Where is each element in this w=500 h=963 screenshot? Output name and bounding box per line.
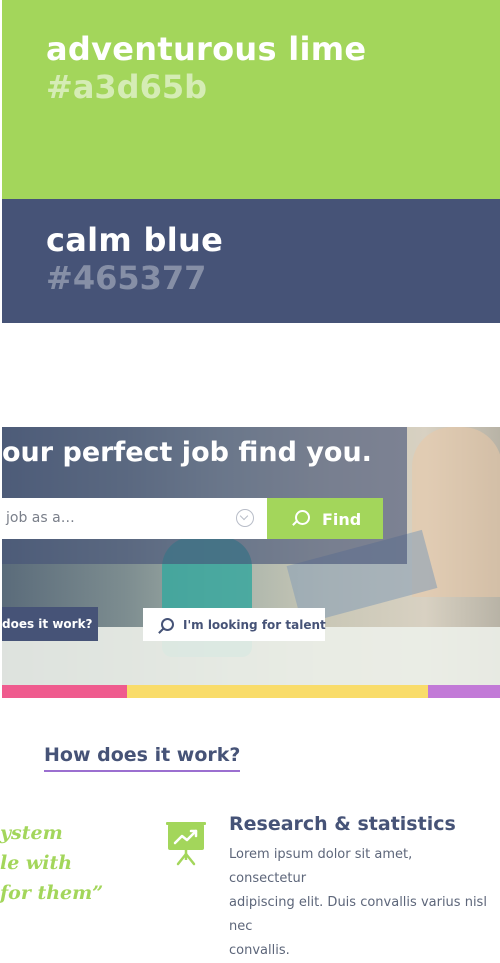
testimonial-quote: ystem le with for them” (0, 818, 130, 908)
color-strip-pink (2, 685, 127, 698)
talent-button-label: I'm looking for talent (183, 618, 326, 632)
swatch-hex: #465377 (46, 259, 207, 297)
quote-line: le with (0, 852, 73, 874)
quote-line: ystem (0, 822, 63, 844)
chevron-down-icon[interactable] (236, 509, 254, 527)
hero-title: our perfect job find you. (2, 437, 372, 468)
find-button[interactable]: Find (267, 498, 383, 539)
feature-desc-line: adipiscing elit. Duis convallis varius n… (229, 895, 487, 934)
how-it-works-button[interactable]: does it work? (2, 607, 98, 641)
section-title: How does it work? (44, 744, 241, 772)
feature-title: Research & statistics (229, 813, 456, 835)
swatch-hex: #a3d65b (46, 68, 208, 106)
swatch-name: adventurous lime (46, 30, 367, 68)
job-search-input[interactable]: job as a… (2, 498, 267, 539)
quote-line: for them” (0, 882, 104, 904)
search-icon (295, 510, 310, 525)
feature-desc-line: Lorem ipsum dolor sit amet, consectetur (229, 847, 413, 886)
find-button-label: Find (322, 510, 362, 529)
color-strip-yellow (127, 685, 428, 698)
search-icon (161, 618, 174, 631)
presentation-chart-icon (166, 822, 206, 866)
how-it-works-label: does it work? (2, 617, 93, 631)
swatch-calm-blue: calm blue #465377 (2, 199, 500, 323)
swatch-adventurous-lime: adventurous lime #a3d65b (2, 0, 500, 199)
feature-desc-line: convallis. (229, 943, 290, 958)
color-strip-purple (428, 685, 500, 698)
feature-description: Lorem ipsum dolor sit amet, consectetur … (229, 843, 489, 963)
hero-banner: our perfect job find you. job as a… Find… (2, 427, 500, 685)
swatch-name: calm blue (46, 221, 224, 259)
search-input-value: job as a… (6, 510, 75, 526)
looking-for-talent-button[interactable]: I'm looking for talent (143, 608, 326, 641)
